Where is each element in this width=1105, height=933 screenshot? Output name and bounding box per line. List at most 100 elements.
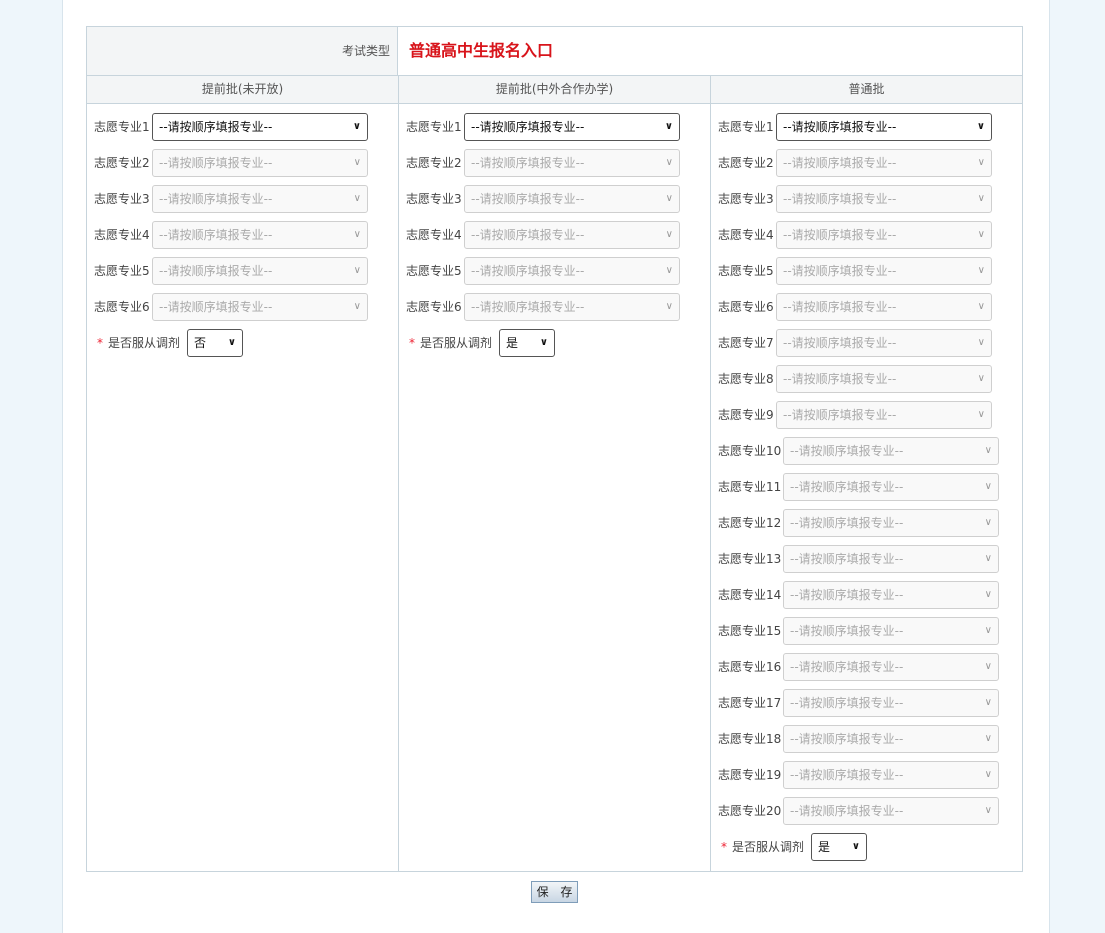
preference-label: 志愿专业5 bbox=[406, 264, 462, 278]
early-batch-major-select-2[interactable]: --请按顺序填报专业-- ∨ bbox=[152, 149, 368, 177]
preference-label: 志愿专业9 bbox=[718, 408, 774, 422]
preference-label: 志愿专业7 bbox=[718, 336, 774, 350]
early-batch-major-select-6[interactable]: --请按顺序填报专业-- ∨ bbox=[152, 293, 368, 321]
select-value: --请按顺序填报专业-- bbox=[471, 156, 585, 170]
select-value: --请按顺序填报专业-- bbox=[783, 228, 897, 242]
chevron-down-icon: ∨ bbox=[227, 337, 236, 348]
chevron-down-icon: ∨ bbox=[353, 157, 361, 168]
regular-batch-major-select-6[interactable]: --请按顺序填报专业-- ∨ bbox=[776, 293, 992, 321]
early-batch-major-select-4[interactable]: --请按顺序填报专业-- ∨ bbox=[152, 221, 368, 249]
preference-label: 志愿专业4 bbox=[94, 228, 150, 242]
joint-program-major-select-1[interactable]: --请按顺序填报专业-- ∨ bbox=[464, 113, 680, 141]
regular-batch-major-select-9[interactable]: --请按顺序填报专业-- ∨ bbox=[776, 401, 992, 429]
preference-label: 志愿专业1 bbox=[94, 120, 150, 134]
chevron-down-icon: ∨ bbox=[976, 121, 985, 132]
save-button[interactable]: 保 存 bbox=[531, 881, 578, 903]
preference-label: 志愿专业2 bbox=[94, 156, 150, 170]
chevron-down-icon: ∨ bbox=[977, 409, 985, 420]
column-header-regular-batch: 普通批 bbox=[848, 82, 885, 96]
joint-program-adjustment-select[interactable]: 是 ∨ bbox=[499, 329, 555, 357]
preference-label: 志愿专业3 bbox=[94, 192, 150, 206]
select-value: --请按顺序填报专业-- bbox=[790, 480, 904, 494]
preference-label: 志愿专业2 bbox=[718, 156, 774, 170]
preference-label: 志愿专业2 bbox=[406, 156, 462, 170]
column-header-early-batch: 提前批(未开放) bbox=[201, 82, 284, 96]
preference-label: 志愿专业16 bbox=[718, 660, 782, 674]
chevron-down-icon: ∨ bbox=[984, 517, 992, 528]
chevron-down-icon: ∨ bbox=[984, 553, 992, 564]
column-header-joint-program: 提前批(中外合作办学) bbox=[495, 82, 614, 96]
preference-label: 志愿专业3 bbox=[406, 192, 462, 206]
early-batch-major-select-3[interactable]: --请按顺序填报专业-- ∨ bbox=[152, 185, 368, 213]
joint-program-major-select-6[interactable]: --请按顺序填报专业-- ∨ bbox=[464, 293, 680, 321]
preference-label: 志愿专业1 bbox=[718, 120, 774, 134]
regular-batch-major-select-20[interactable]: --请按顺序填报专业-- ∨ bbox=[783, 797, 999, 825]
application-form-table: 考试类型 普通高中生报名入口 提前批(未开放) 提前批(中外合作办学) 普通批 … bbox=[86, 26, 1023, 872]
regular-batch-major-select-3[interactable]: --请按顺序填报专业-- ∨ bbox=[776, 185, 992, 213]
joint-program-column: 志愿专业1 --请按顺序填报专业-- ∨ 志愿专业2 --请按顺序填报专业-- ∨ 志愿专业… bbox=[399, 104, 710, 871]
select-value: --请按顺序填报专业-- bbox=[159, 300, 273, 314]
preference-label: 志愿专业11 bbox=[718, 480, 782, 494]
preference-label: 志愿专业17 bbox=[718, 696, 782, 710]
preference-label: 志愿专业5 bbox=[94, 264, 150, 278]
select-value: --请按顺序填报专业-- bbox=[790, 804, 904, 818]
early-batch-adjustment-select[interactable]: 否 ∨ bbox=[187, 329, 243, 357]
preference-label: 志愿专业6 bbox=[406, 300, 462, 314]
adjustment-label: 是否服从调剂 bbox=[732, 840, 805, 854]
regular-batch-major-select-4[interactable]: --请按顺序填报专业-- ∨ bbox=[776, 221, 992, 249]
regular-batch-major-select-11[interactable]: --请按顺序填报专业-- ∨ bbox=[783, 473, 999, 501]
regular-batch-major-select-16[interactable]: --请按顺序填报专业-- ∨ bbox=[783, 653, 999, 681]
select-value: 否 bbox=[194, 336, 207, 350]
preference-label: 志愿专业12 bbox=[718, 516, 782, 530]
chevron-down-icon: ∨ bbox=[977, 193, 985, 204]
early-batch-major-select-1[interactable]: --请按顺序填报专业-- ∨ bbox=[152, 113, 368, 141]
chevron-down-icon: ∨ bbox=[977, 229, 985, 240]
select-value: --请按顺序填报专业-- bbox=[790, 660, 904, 674]
regular-batch-major-select-15[interactable]: --请按顺序填报专业-- ∨ bbox=[783, 617, 999, 645]
chevron-down-icon: ∨ bbox=[665, 229, 673, 240]
regular-batch-major-select-13[interactable]: --请按顺序填报专业-- ∨ bbox=[783, 545, 999, 573]
regular-batch-major-select-5[interactable]: --请按顺序填报专业-- ∨ bbox=[776, 257, 992, 285]
chevron-down-icon: ∨ bbox=[851, 841, 860, 852]
preference-label: 志愿专业20 bbox=[718, 804, 782, 818]
preference-label: 志愿专业13 bbox=[718, 552, 782, 566]
regular-batch-major-select-12[interactable]: --请按顺序填报专业-- ∨ bbox=[783, 509, 999, 537]
select-value: --请按顺序填报专业-- bbox=[790, 444, 904, 458]
early-batch-major-select-5[interactable]: --请按顺序填报专业-- ∨ bbox=[152, 257, 368, 285]
chevron-down-icon: ∨ bbox=[977, 301, 985, 312]
select-value: --请按顺序填报专业-- bbox=[159, 228, 273, 242]
regular-batch-adjustment-select[interactable]: 是 ∨ bbox=[811, 833, 867, 861]
select-value: --请按顺序填报专业-- bbox=[783, 408, 897, 422]
preference-label: 志愿专业10 bbox=[718, 444, 782, 458]
select-value: --请按顺序填报专业-- bbox=[471, 120, 585, 134]
regular-batch-major-select-10[interactable]: --请按顺序填报专业-- ∨ bbox=[783, 437, 999, 465]
select-value: --请按顺序填报专业-- bbox=[783, 264, 897, 278]
regular-batch-major-select-17[interactable]: --请按顺序填报专业-- ∨ bbox=[783, 689, 999, 717]
chevron-down-icon: ∨ bbox=[984, 697, 992, 708]
exam-type-label: 考试类型 bbox=[87, 27, 398, 75]
select-value: --请按顺序填报专业-- bbox=[790, 732, 904, 746]
regular-batch-major-select-14[interactable]: --请按顺序填报专业-- ∨ bbox=[783, 581, 999, 609]
preference-label: 志愿专业4 bbox=[406, 228, 462, 242]
select-value: --请按顺序填报专业-- bbox=[471, 228, 585, 242]
regular-batch-major-select-8[interactable]: --请按顺序填报专业-- ∨ bbox=[776, 365, 992, 393]
chevron-down-icon: ∨ bbox=[665, 265, 673, 276]
regular-batch-major-select-18[interactable]: --请按顺序填报专业-- ∨ bbox=[783, 725, 999, 753]
joint-program-major-select-2[interactable]: --请按顺序填报专业-- ∨ bbox=[464, 149, 680, 177]
select-value: --请按顺序填报专业-- bbox=[471, 300, 585, 314]
regular-batch-major-select-19[interactable]: --请按顺序填报专业-- ∨ bbox=[783, 761, 999, 789]
joint-program-major-select-3[interactable]: --请按顺序填报专业-- ∨ bbox=[464, 185, 680, 213]
chevron-down-icon: ∨ bbox=[665, 193, 673, 204]
select-value: --请按顺序填报专业-- bbox=[159, 156, 273, 170]
regular-batch-major-select-2[interactable]: --请按顺序填报专业-- ∨ bbox=[776, 149, 992, 177]
joint-program-major-select-4[interactable]: --请按顺序填报专业-- ∨ bbox=[464, 221, 680, 249]
regular-batch-major-select-1[interactable]: --请按顺序填报专业-- ∨ bbox=[776, 113, 992, 141]
select-value: --请按顺序填报专业-- bbox=[471, 264, 585, 278]
chevron-down-icon: ∨ bbox=[664, 121, 673, 132]
joint-program-major-select-5[interactable]: --请按顺序填报专业-- ∨ bbox=[464, 257, 680, 285]
regular-batch-major-select-7[interactable]: --请按顺序填报专业-- ∨ bbox=[776, 329, 992, 357]
chevron-down-icon: ∨ bbox=[977, 373, 985, 384]
regular-batch-column: 志愿专业1 --请按顺序填报专业-- ∨ 志愿专业2 --请按顺序填报专业-- ∨ 志愿专业… bbox=[711, 104, 1022, 871]
preference-label: 志愿专业19 bbox=[718, 768, 782, 782]
adjustment-label: 是否服从调剂 bbox=[108, 336, 181, 350]
